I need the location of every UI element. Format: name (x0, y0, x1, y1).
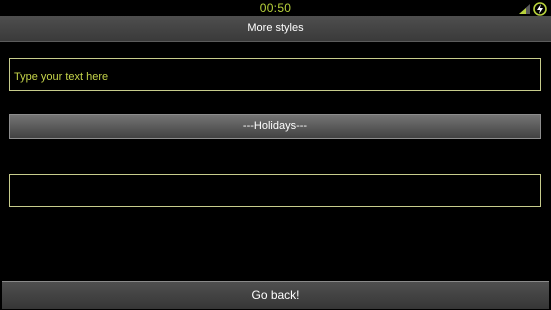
go-back-button[interactable]: Go back! (2, 281, 549, 309)
status-bar: 00:50 (0, 0, 551, 16)
clock: 00:50 (259, 1, 292, 15)
signal-icon (519, 4, 530, 14)
go-back-label: Go back! (251, 288, 300, 302)
page-title: More styles (247, 22, 304, 34)
spinner-selected-label: ---Holidays--- (242, 120, 308, 132)
title-bar: More styles (0, 16, 551, 42)
battery-charging-icon (533, 2, 547, 16)
app-screen: 00:50 More styles ---Holidays--- Go back… (0, 0, 551, 310)
output-field[interactable] (9, 174, 541, 207)
holidays-spinner[interactable]: ---Holidays--- (9, 114, 541, 139)
text-input[interactable] (9, 58, 541, 91)
